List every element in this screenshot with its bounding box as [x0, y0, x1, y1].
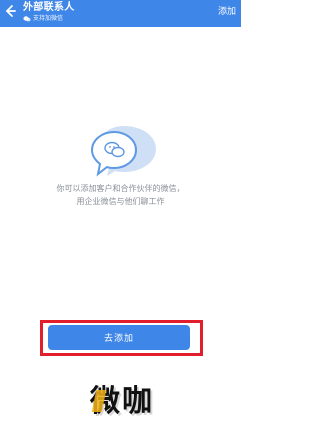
arrow-left-icon[interactable]: [3, 4, 17, 18]
wechat-bubbles-icon: [90, 126, 156, 177]
description-line-2: 用企业微信与他们聊工作: [76, 197, 165, 206]
subtitle-text: 支持加微信: [33, 15, 64, 22]
watermark-logo: 微咖: [90, 380, 200, 424]
page-subtitle: 支持加微信: [23, 14, 75, 23]
empty-state-description: 你可以添加客户和合作伙伴的微信， 用企业微信与他们聊工作: [0, 182, 241, 208]
description-line-1: 你可以添加客户和合作伙伴的微信，: [56, 184, 185, 193]
add-contact-link[interactable]: 添加: [218, 6, 236, 18]
title-block: 外部联系人 支持加微信: [23, 1, 75, 23]
app-bar: 外部联系人 支持加微信 添加: [0, 0, 241, 27]
go-add-button[interactable]: 去添加: [48, 325, 190, 350]
page-title: 外部联系人: [23, 2, 75, 13]
wechat-icon: [23, 15, 31, 21]
